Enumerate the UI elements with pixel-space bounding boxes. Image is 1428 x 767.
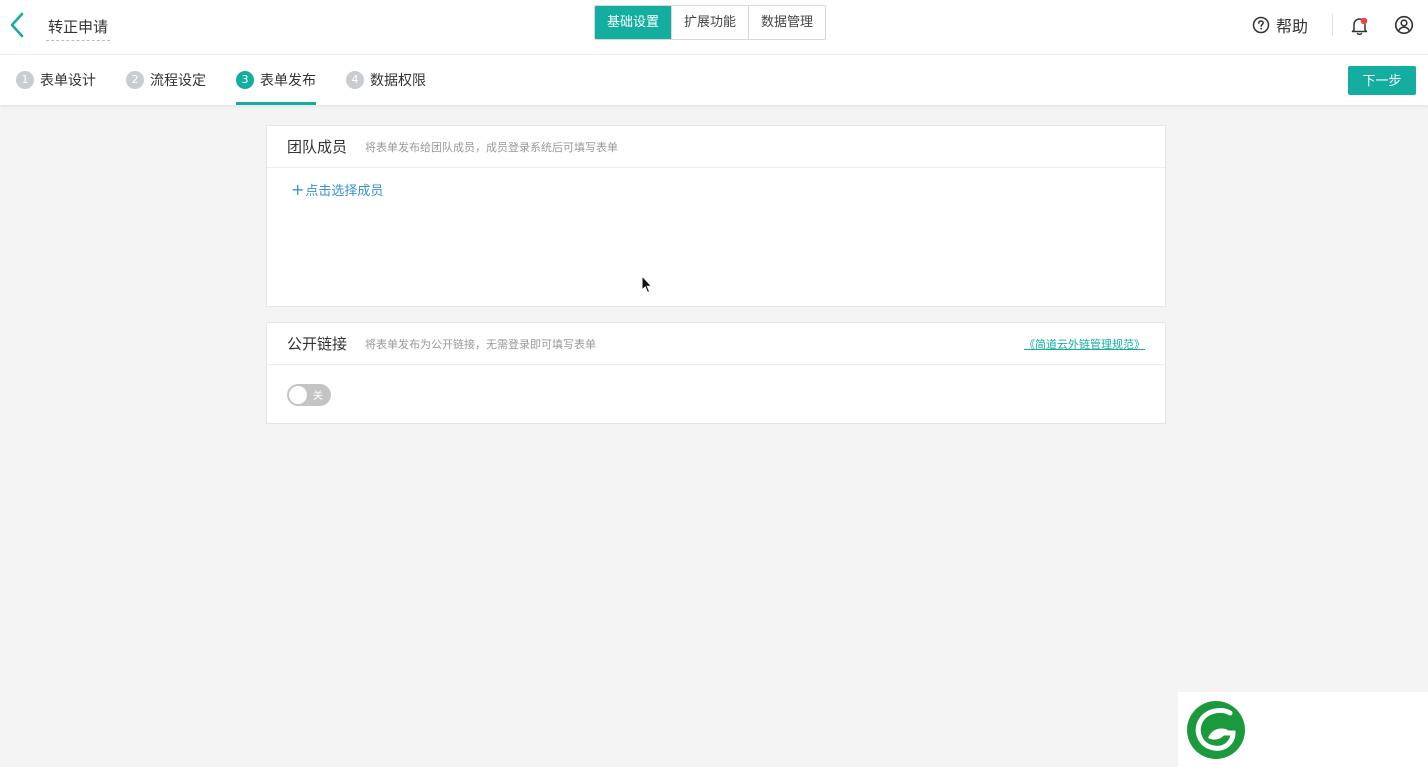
- tab-basic-settings[interactable]: 基础设置: [595, 6, 672, 39]
- tab-data-management[interactable]: 数据管理: [748, 6, 825, 39]
- select-members-label: 点击选择成员: [305, 184, 384, 199]
- chevron-left-icon: [10, 12, 24, 38]
- step-process-setup[interactable]: 2 流程设定: [126, 55, 206, 105]
- card-description: 将表单发布给团队成员，成员登录系统后可填写表单: [365, 140, 619, 154]
- brand-logo-icon: [1187, 701, 1245, 759]
- mouse-cursor-icon: [641, 275, 653, 294]
- step-label: 表单设计: [40, 73, 96, 89]
- step-number: 4: [346, 71, 364, 89]
- notification-button[interactable]: [1350, 15, 1370, 37]
- step-label: 表单发布: [260, 73, 316, 89]
- next-step-button[interactable]: 下一步: [1348, 66, 1416, 95]
- step-form-design[interactable]: 1 表单设计: [16, 55, 96, 105]
- step-bar: 1 表单设计 2 流程设定 3 表单发布 4 数据权限 下一步: [0, 55, 1428, 105]
- form-title[interactable]: 转正申请: [46, 14, 111, 41]
- bell-icon: [1351, 17, 1368, 36]
- card-header: 公开链接 将表单发布为公开链接，无需登录即可填写表单 《简道云外链管理规范》: [267, 323, 1165, 365]
- external-link-policy-link[interactable]: 《简道云外链管理规范》: [1024, 336, 1145, 352]
- step-data-permissions[interactable]: 4 数据权限: [346, 55, 426, 105]
- public-link-card: 公开链接 将表单发布为公开链接，无需登录即可填写表单 《简道云外链管理规范》 关: [266, 322, 1166, 424]
- step-label: 流程设定: [150, 73, 206, 89]
- steps: 1 表单设计 2 流程设定 3 表单发布 4 数据权限: [16, 55, 456, 105]
- step-label: 数据权限: [370, 73, 426, 89]
- main-tabs: 基础设置 扩展功能 数据管理: [594, 5, 827, 40]
- help-button[interactable]: 帮助: [1252, 13, 1308, 37]
- card-title: 公开链接: [287, 335, 348, 353]
- tab-extensions[interactable]: 扩展功能: [671, 6, 748, 39]
- help-label: 帮助: [1276, 17, 1309, 36]
- plus-icon: +: [291, 179, 305, 199]
- step-number: 1: [16, 71, 34, 89]
- public-link-toggle[interactable]: 关: [287, 384, 331, 406]
- top-bar: 转正申请 基础设置 扩展功能 数据管理 帮助: [0, 0, 1428, 55]
- header-divider: [1332, 14, 1333, 36]
- user-circle-icon: [1394, 15, 1414, 35]
- team-members-card: 团队成员 将表单发布给团队成员，成员登录系统后可填写表单 + 点击选择成员: [266, 125, 1166, 307]
- card-description: 将表单发布为公开链接，无需登录即可填写表单: [365, 337, 597, 351]
- brand-logo-area: [1178, 692, 1428, 767]
- user-menu-button[interactable]: [1394, 15, 1414, 35]
- toggle-label: 关: [313, 391, 323, 402]
- step-form-publish[interactable]: 3 表单发布: [236, 55, 316, 105]
- back-button[interactable]: [6, 10, 30, 40]
- toggle-knob: [289, 386, 307, 404]
- step-number: 2: [126, 71, 144, 89]
- question-circle-icon: [1252, 16, 1270, 34]
- card-title: 团队成员: [287, 138, 348, 156]
- select-members-button[interactable]: + 点击选择成员: [291, 180, 383, 199]
- card-header: 团队成员 将表单发布给团队成员，成员登录系统后可填写表单: [267, 126, 1165, 168]
- step-number: 3: [236, 71, 254, 89]
